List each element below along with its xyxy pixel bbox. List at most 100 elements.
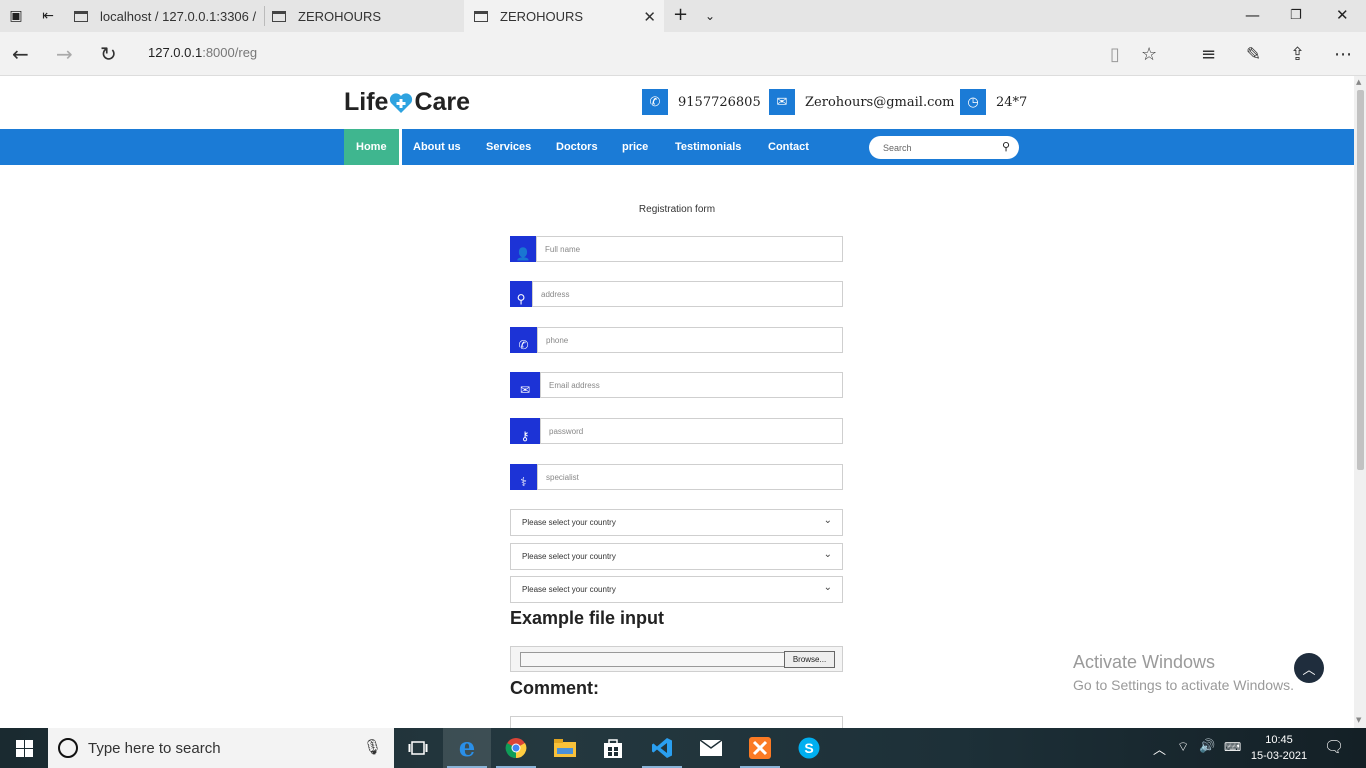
scroll-to-top-button[interactable]: ︿ — [1294, 653, 1324, 683]
restore-icon[interactable]: ❐ — [1290, 8, 1302, 23]
doctor-icon: ⚕ — [510, 464, 537, 490]
phone-number: 9157726805 — [678, 94, 761, 110]
xampp-icon — [749, 737, 771, 759]
phone-input[interactable] — [537, 327, 843, 353]
logo-text-left: Life — [344, 88, 389, 116]
nav-price[interactable]: price — [622, 129, 648, 165]
phone-row: ✆ — [510, 327, 843, 353]
refresh-icon[interactable]: ↻ — [100, 42, 117, 66]
svg-text:S: S — [804, 740, 813, 756]
comment-textarea[interactable] — [510, 716, 843, 728]
taskbar-edge[interactable]: e — [443, 728, 491, 768]
nav-about-us[interactable]: About us — [413, 129, 461, 165]
taskbar-search[interactable]: Type here to search 🎙 — [48, 728, 394, 768]
store-icon — [604, 739, 622, 758]
task-view-icon — [408, 741, 428, 755]
nav-doctors[interactable]: Doctors — [556, 129, 598, 165]
taskbar-vscode[interactable] — [638, 728, 686, 768]
specialist-input[interactable] — [537, 464, 843, 490]
address-input[interactable] — [532, 281, 843, 307]
taskbar-xampp[interactable] — [736, 728, 784, 768]
contact-hours: ◷ 24*7 — [960, 89, 1027, 115]
skype-icon: S — [798, 737, 820, 759]
window-close-icon[interactable]: ✕ — [1336, 6, 1349, 24]
taskbar-clock[interactable]: 10:45 15-03-2021 — [1248, 732, 1310, 764]
cortana-icon — [58, 738, 78, 758]
new-tab-icon[interactable]: + — [673, 4, 688, 25]
back-icon[interactable]: ← — [12, 42, 29, 66]
nav-contact[interactable]: Contact — [768, 129, 809, 165]
wifi-icon[interactable]: ⌔ — [1177, 739, 1189, 755]
tab-preview-chevron-icon[interactable]: ⌄ — [705, 9, 715, 23]
action-center-icon[interactable]: 🗨 — [1324, 737, 1344, 756]
map-pin-icon: ⚲ — [510, 281, 532, 307]
minimize-icon[interactable]: — — [1245, 6, 1260, 24]
nav-testimonials[interactable]: Testimonials — [675, 129, 741, 165]
contact-phone: ✆ 9157726805 — [642, 89, 761, 115]
search-icon[interactable]: ⚲ — [1002, 140, 1010, 153]
envelope-icon: ✉ — [510, 372, 540, 398]
phone-icon: ✆ — [510, 327, 537, 353]
password-input[interactable] — [540, 418, 843, 444]
hub-icon[interactable]: ≡ — [1201, 44, 1216, 65]
more-icon[interactable]: ⋯ — [1334, 44, 1352, 65]
task-view-button[interactable] — [394, 728, 442, 768]
scroll-up-arrow-icon[interactable]: ▲ — [1356, 78, 1361, 86]
envelope-icon: ✉ — [769, 89, 795, 115]
url-field[interactable]: 127.0.0.1:8000/reg — [148, 45, 257, 60]
email-row: ✉ — [510, 372, 843, 398]
scroll-down-arrow-icon[interactable]: ▼ — [1356, 716, 1361, 724]
file-input: Browse... — [510, 646, 843, 672]
nav-services[interactable]: Services — [486, 129, 531, 165]
page-icon — [272, 10, 286, 22]
reading-view-icon[interactable]: ▯ — [1110, 44, 1120, 65]
nav-home[interactable]: Home — [344, 129, 399, 165]
email-address: Zerohours@gmail.com — [805, 94, 955, 110]
browse-button[interactable]: Browse... — [784, 651, 835, 668]
taskbar-skype[interactable]: S — [785, 728, 833, 768]
show-hidden-icons-chevron-icon[interactable]: ︿ — [1153, 739, 1166, 758]
form-title: Registration form — [638, 204, 716, 215]
close-tab-icon[interactable]: ✕ — [643, 8, 656, 26]
tab-manager-icon[interactable]: ▣ — [8, 8, 24, 24]
page-scrollbar[interactable]: ▲ ▼ — [1354, 76, 1366, 728]
chevron-down-icon: ⌄ — [823, 549, 832, 560]
screen: ▣ ⇤ localhost / 127.0.0.1:3306 / ZEROHOU… — [0, 0, 1366, 768]
forward-icon[interactable]: → — [56, 42, 73, 66]
select-value: Please select your country — [522, 585, 616, 594]
scroll-thumb[interactable] — [1357, 90, 1364, 470]
volume-icon[interactable]: 🔊 — [1199, 739, 1215, 754]
taskbar-file-explorer[interactable] — [541, 728, 589, 768]
activate-windows-watermark: Activate Windows Go to Settings to activ… — [1073, 652, 1294, 693]
tab-localhost[interactable]: localhost / 127.0.0.1:3306 / — [64, 0, 264, 32]
taskbar-mail[interactable] — [687, 728, 735, 768]
tab-zerohours-1[interactable]: ZEROHOURS — [264, 0, 464, 32]
taskbar-chrome[interactable] — [492, 728, 540, 768]
user-icon: 👤 — [510, 236, 536, 262]
share-icon[interactable]: ⇪ — [1290, 44, 1305, 65]
taskbar-store[interactable] — [589, 728, 637, 768]
favorite-star-icon[interactable]: ☆ — [1141, 44, 1157, 65]
search-input[interactable] — [883, 140, 993, 155]
page-icon — [474, 10, 488, 22]
windows-logo-icon — [15, 739, 33, 757]
set-aside-tabs-icon[interactable]: ⇤ — [40, 8, 56, 24]
country-select-3[interactable]: Please select your country ⌄ — [510, 576, 843, 603]
chrome-icon — [505, 738, 527, 759]
pen-icon[interactable]: ✎ — [1246, 44, 1261, 65]
comment-heading: Comment: — [510, 678, 599, 698]
chevron-down-icon: ⌄ — [823, 582, 832, 593]
password-row: ⚷ — [510, 418, 843, 444]
country-select-1[interactable]: Please select your country ⌄ — [510, 509, 843, 536]
fullname-input[interactable] — [536, 236, 843, 262]
country-select-2[interactable]: Please select your country ⌄ — [510, 543, 843, 570]
email-input[interactable] — [540, 372, 843, 398]
url-path: :8000/reg — [202, 45, 258, 60]
site-logo[interactable]: Life Care — [344, 88, 470, 117]
start-button[interactable] — [0, 728, 48, 768]
microphone-icon[interactable]: 🎙 — [363, 738, 382, 756]
keyboard-language-icon[interactable]: ⌨ — [1224, 740, 1241, 754]
contact-email: ✉ Zerohours@gmail.com — [769, 89, 955, 115]
tab-zerohours-active[interactable]: ZEROHOURS ✕ — [464, 0, 664, 32]
file-path-field[interactable] — [520, 652, 784, 667]
